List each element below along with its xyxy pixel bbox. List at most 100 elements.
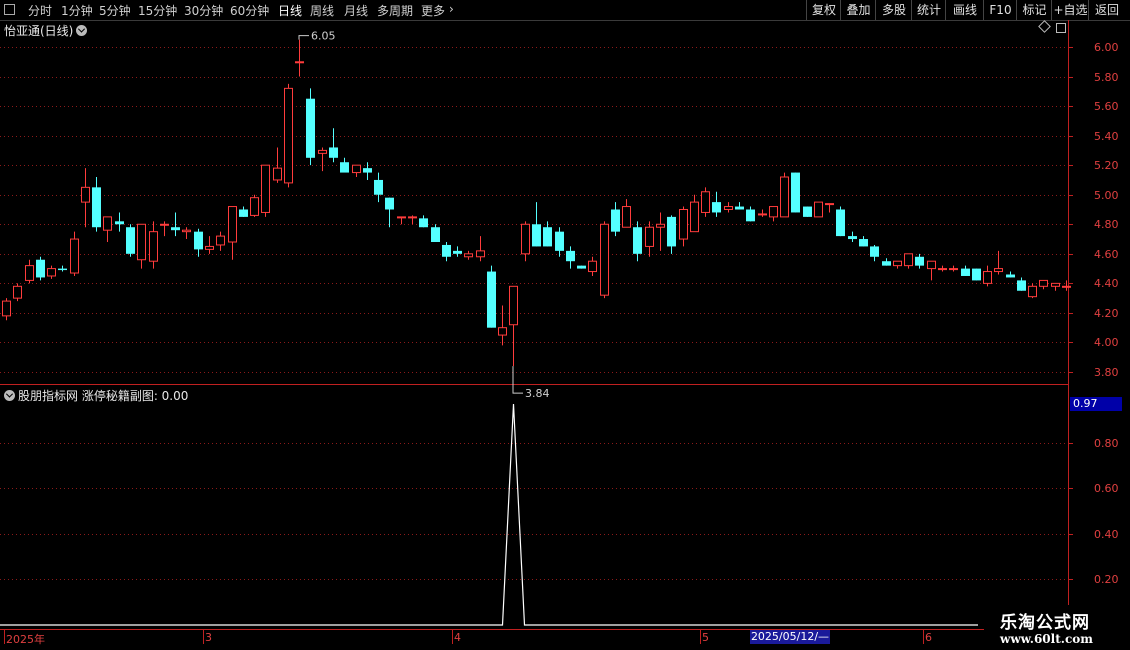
candle-body — [273, 167, 282, 181]
candle-body — [318, 149, 327, 154]
candle-body — [126, 227, 135, 254]
candle-body — [577, 265, 586, 269]
candle-body — [487, 271, 496, 328]
candle-body — [352, 164, 361, 174]
candle-body — [780, 176, 789, 218]
candle-body — [160, 223, 169, 226]
candle-body — [656, 223, 665, 228]
candle-body — [679, 209, 688, 240]
price-tick-label: 5.00 — [1094, 188, 1119, 202]
candle-body — [36, 259, 45, 278]
candle-body — [938, 268, 947, 271]
price-tick-label: 5.60 — [1094, 99, 1119, 113]
candle-body — [137, 223, 146, 261]
candle-body — [284, 87, 293, 184]
candle-body — [205, 245, 214, 250]
candle-body — [13, 285, 22, 299]
price-tick-label: 4.80 — [1094, 217, 1119, 231]
indicator-tick-label: 0.20 — [1094, 572, 1119, 586]
candle-body — [149, 231, 158, 262]
candle-body — [611, 209, 620, 232]
candle-body — [1062, 285, 1071, 288]
candle-body — [645, 226, 654, 247]
candle-body — [791, 172, 800, 213]
candle-body — [1017, 280, 1026, 291]
candle-body — [532, 224, 541, 247]
candle-body — [476, 250, 485, 258]
candle-body — [47, 268, 56, 277]
candle-body — [690, 201, 699, 233]
candle-body — [239, 209, 248, 217]
indicator-tick-label: 0.40 — [1094, 527, 1119, 541]
candle-body — [949, 268, 958, 271]
candle-body — [182, 229, 191, 233]
candle-body — [216, 235, 225, 246]
candle-body — [453, 250, 462, 254]
chevron-down-icon[interactable] — [4, 390, 15, 401]
candle-body — [70, 238, 79, 274]
candle-body — [983, 271, 992, 284]
candle-body — [746, 209, 755, 222]
candle-body — [306, 98, 315, 158]
candle-body — [103, 216, 112, 231]
candle-body — [882, 261, 891, 266]
date-label: 6 — [925, 631, 932, 644]
high-price-label: 6.05 — [311, 30, 336, 43]
candle-body — [295, 61, 304, 64]
chevron-down-icon[interactable] — [76, 25, 88, 36]
candle-body — [498, 327, 507, 336]
candle-body — [521, 223, 530, 255]
price-tick-label: 5.40 — [1094, 129, 1119, 143]
candle-body — [385, 197, 394, 210]
candle-body — [171, 227, 180, 231]
square-icon[interactable] — [1056, 23, 1066, 33]
candle-body — [261, 164, 270, 213]
candle-body — [961, 268, 970, 276]
indicator-tick-label: 0.60 — [1094, 481, 1119, 495]
candle-body — [769, 206, 778, 218]
date-label: 4 — [454, 631, 461, 644]
candle-body — [374, 179, 383, 195]
candle-body — [893, 260, 902, 267]
extreme-marker-line — [298, 35, 309, 40]
candle-body — [92, 187, 101, 228]
date-label: 2025年 — [6, 633, 45, 646]
candle-body — [633, 227, 642, 254]
candle-body — [870, 246, 879, 257]
price-tick-label: 5.80 — [1094, 70, 1119, 84]
candle-body — [509, 285, 518, 326]
sub-chart-title[interactable]: 股朋指标网 涨停秘籍副图: 0.00 — [4, 387, 188, 404]
candle-body — [836, 209, 845, 237]
indicator-tick-label: 0.80 — [1094, 436, 1119, 450]
candle-body — [419, 218, 428, 228]
candle-body — [543, 227, 552, 247]
price-tick-label: 4.60 — [1094, 247, 1119, 261]
candle-body — [81, 186, 90, 203]
candle-body — [442, 244, 451, 257]
candle-body — [600, 223, 609, 296]
low-price-label: 3.84 — [525, 387, 550, 400]
extreme-marker-line — [512, 366, 523, 394]
price-tick-label: 5.20 — [1094, 158, 1119, 172]
kline-chart[interactable]: 6.05 3.84 — [0, 0, 1130, 650]
candle-body — [464, 253, 473, 258]
candle-body — [340, 162, 349, 173]
candle-body — [758, 213, 767, 216]
candle-body — [1028, 285, 1037, 298]
candle-body — [904, 253, 913, 267]
candle-body — [848, 236, 857, 240]
stock-title[interactable]: 怡亚通(日线) — [4, 22, 88, 39]
candle-body — [588, 260, 597, 273]
indicator-line — [0, 403, 978, 626]
candle-body — [250, 197, 259, 216]
candle-body — [994, 268, 1003, 273]
candle-body — [408, 216, 417, 219]
candle-body — [329, 147, 338, 158]
candle-body — [927, 260, 936, 270]
date-label: 5 — [702, 631, 709, 644]
price-tick-label: 4.40 — [1094, 276, 1119, 290]
candle-body — [397, 216, 406, 219]
candle-body — [825, 203, 834, 206]
watermark-url: www.60lt.com — [1000, 632, 1093, 646]
candle-body — [712, 202, 721, 213]
